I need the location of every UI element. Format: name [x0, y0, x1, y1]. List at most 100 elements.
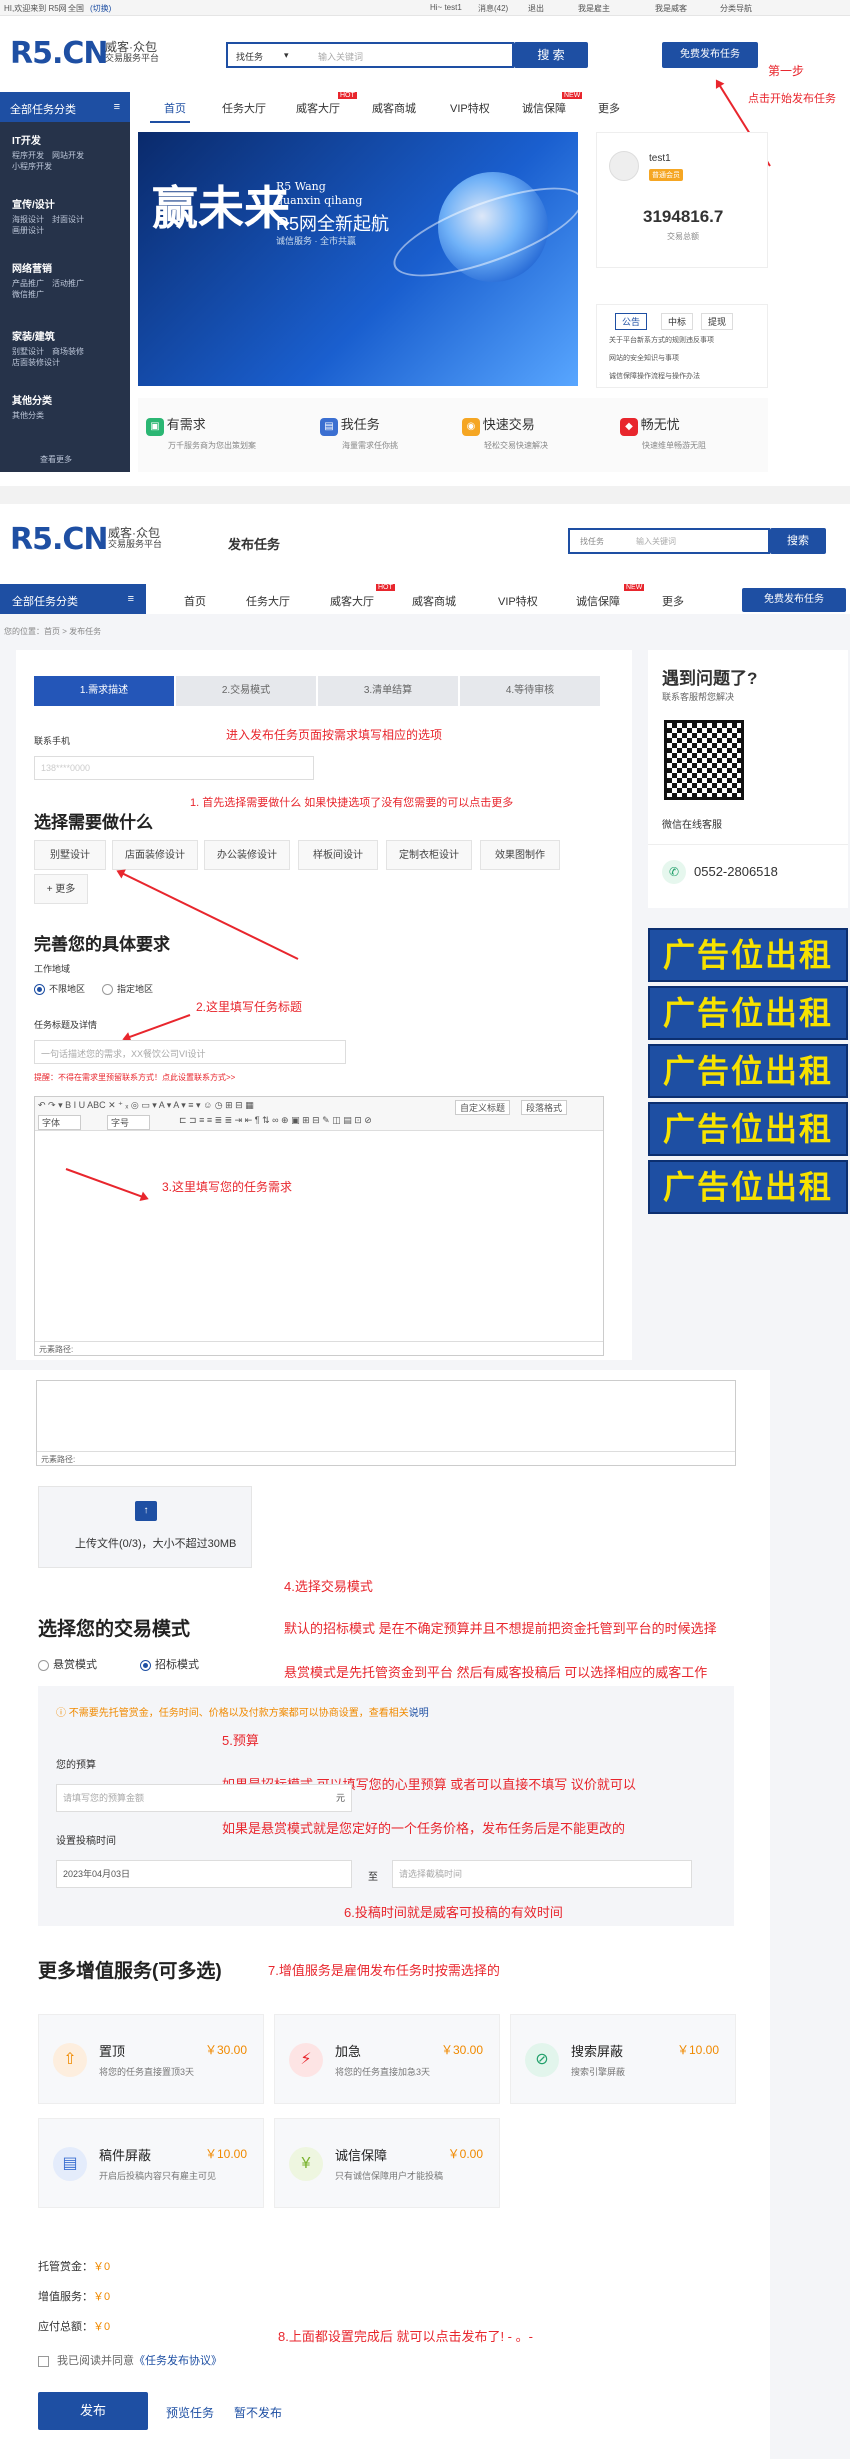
search-button[interactable]: 搜索 [770, 528, 826, 554]
notice-item[interactable]: 关于平台新系方式的规则违反事项 [609, 335, 714, 345]
ad-slot-2[interactable]: 广告位出租 [648, 986, 848, 1040]
nav-more[interactable]: 更多 [662, 593, 684, 609]
publish-button[interactable]: 发布 [38, 2392, 148, 2430]
search-scope-select[interactable]: 找任务 [236, 50, 263, 63]
nav-vip[interactable]: VIP特权 [450, 100, 490, 116]
paragraph-format-select[interactable]: 段落格式 [521, 1100, 568, 1115]
free-post-task-button[interactable]: 免费发布任务 [742, 588, 846, 612]
font-select[interactable]: 字体 [38, 1115, 82, 1130]
mode-title: 选择您的交易模式 [38, 1619, 191, 1640]
vas-search-block[interactable]: ⊘ 搜索屏蔽 ￥10.00 搜索引擎屏蔽 [510, 2014, 736, 2104]
nav-worker-hall[interactable]: 威客大厅 [330, 593, 374, 609]
site-logo[interactable]: R5.CN [10, 36, 108, 71]
switch-city-link[interactable]: (切换) [90, 3, 111, 14]
editor-path: 元素路径: [37, 1451, 735, 1465]
ad-slot-5[interactable]: 广告位出租 [648, 1160, 848, 1214]
site-nav-menu[interactable]: 分类导航 [720, 3, 752, 14]
nav-home[interactable]: 首页 [164, 100, 186, 116]
messages-link[interactable]: 消息(42) [478, 3, 508, 14]
file-upload[interactable]: ↑ 上传文件(0/3)，大小不超过30MB [38, 1486, 252, 1568]
mode-note-link[interactable]: 说明 [409, 1708, 429, 1719]
nav-task-hall[interactable]: 任务大厅 [222, 100, 266, 116]
help-phone[interactable]: 0552-2806518 [694, 864, 778, 879]
quick-trade[interactable]: ◉ 快速交易 轻松交易快速解决 [462, 414, 548, 451]
custom-title-select[interactable]: 自定义标题 [455, 1100, 511, 1115]
notice-item[interactable]: 诚信保障操作流程与操作办法 [609, 371, 700, 381]
chip-store[interactable]: 店面装修设计 [112, 840, 198, 870]
save-later-link[interactable]: 暂不发布 [234, 2404, 282, 2421]
nav-vip[interactable]: VIP特权 [498, 593, 538, 609]
chip-office[interactable]: 办公装修设计 [204, 840, 290, 870]
more-chips-button[interactable]: + 更多 [34, 874, 88, 904]
vas-draft-block[interactable]: ▤ 稿件屏蔽 ￥10.00 开启后投稿内容只有雇主可见 [38, 2118, 264, 2208]
phone-input[interactable]: 138****0000 [34, 756, 314, 780]
nav-more[interactable]: 更多 [598, 100, 620, 116]
toolbar-buttons-row2[interactable]: ⊏ ⊐ ≡ ≡ ≣ ≣ ⇥ ⇤ ¶ ⇅ ∞ ⊕ ▣ ⊞ ⊟ ✎ ◫ ▤ ⊡ ⊘ [179, 1115, 372, 1126]
mode-reward-radio[interactable]: 悬赏模式 [38, 1656, 97, 1672]
rich-text-editor-bottom[interactable]: 元素路径: [36, 1380, 736, 1466]
nav-worker-mall[interactable]: 威客商城 [412, 593, 456, 609]
annotation-4b: 默认的招标模式 是在不确定预算并且不想提前把资金托管到平台的时候选择 [284, 1621, 717, 1636]
hero-banner[interactable]: 赢未来 R5 Wang quanxin qihang R5网全新起航 诚信服务 … [138, 132, 578, 386]
category-header[interactable]: 全部任务分类 ≡ [0, 92, 130, 122]
profile-amount: 3194816.7 [643, 207, 724, 226]
ad-slot-3[interactable]: 广告位出租 [648, 1044, 848, 1098]
region-unlimited-radio[interactable]: 不限地区 [34, 982, 85, 996]
task-title-input[interactable]: 一句话描述您的需求，XX餐饮公司VI设计 [34, 1040, 346, 1064]
quick-worry-free[interactable]: ◆ 畅无忧 快速维单畅游无阻 [620, 414, 706, 451]
user-greeting[interactable]: Hi~ test1 [430, 3, 462, 12]
search-scope-select[interactable]: 找任务 [580, 536, 604, 547]
worry-free-icon: ◆ [620, 418, 638, 436]
region-specified-radio[interactable]: 指定地区 [102, 982, 153, 996]
vas-integrity[interactable]: ¥ 诚信保障 ￥0.00 只有诚信保障用户才能投稿 [274, 2118, 500, 2208]
end-date-input[interactable]: 请选择截稿时间 [392, 1860, 692, 1888]
free-post-task-button[interactable]: 免费发布任务 [662, 42, 758, 68]
search-input[interactable]: 输入关键词 [636, 536, 676, 547]
category-group-marketing[interactable]: 网络营销 产品推广 活动推广 微信推广 [12, 260, 84, 300]
category-group-it[interactable]: IT开发 程序开发 网站开发 小程序开发 [12, 132, 84, 172]
category-group-design[interactable]: 宣传/设计 海报设计 封面设计 画册设计 [12, 196, 84, 236]
ad-slot-4[interactable]: 广告位出租 [648, 1102, 848, 1156]
quick-my-task[interactable]: ▤ 我任务 海量需求任你挑 [320, 414, 398, 451]
chip-render[interactable]: 效果图制作 [480, 840, 560, 870]
tab-withdraw[interactable]: 提现 [701, 313, 734, 330]
employer-menu[interactable]: 我是雇主 [578, 3, 610, 14]
nav-home[interactable]: 首页 [184, 593, 206, 609]
size-select[interactable]: 字号 [107, 1115, 151, 1130]
worker-menu[interactable]: 我是威客 [655, 3, 687, 14]
mode-bid-radio[interactable]: 招标模式 [140, 1656, 199, 1672]
tab-winners[interactable]: 中标 [661, 313, 694, 330]
start-date-input[interactable]: 2023年04月03日 [56, 1860, 352, 1888]
toolbar-buttons[interactable]: ↶ ↷ ▾ B I U ABC ✕ ⁺ ₓ ◎ ▭ ▾ A ▾ A ▾ ≡ ▾ … [38, 1100, 254, 1110]
nav-worker-hall[interactable]: 威客大厅 [296, 100, 340, 116]
category-more-link[interactable]: 查看更多 [40, 454, 72, 465]
nav-task-hall[interactable]: 任务大厅 [246, 593, 290, 609]
preview-link[interactable]: 预览任务 [166, 2404, 214, 2421]
ad-slot-1[interactable]: 广告位出租 [648, 928, 848, 982]
nav-integrity[interactable]: 诚信保障 [576, 593, 620, 609]
vas-top[interactable]: ⇧ 置顶 ￥30.00 将您的任务直接置顶3天 [38, 2014, 264, 2104]
quick-need[interactable]: ▣ 有需求 万千服务商为您出策划案 [146, 414, 256, 451]
search-button[interactable]: 搜 索 [514, 42, 588, 68]
avatar[interactable] [609, 151, 639, 181]
category-group-other[interactable]: 其他分类 其他分类 [12, 392, 52, 421]
chip-showroom[interactable]: 样板间设计 [298, 840, 378, 870]
notice-item[interactable]: 网站的安全知识与事项 [609, 353, 679, 363]
nav-integrity[interactable]: 诚信保障 [522, 100, 566, 116]
category-group-building[interactable]: 家装/建筑 别墅设计 商场装修 店面装修设计 [12, 328, 84, 368]
logout-link[interactable]: 退出 [528, 3, 544, 14]
contact-warning[interactable]: 提醒：不得在需求里预留联系方式！点此设置联系方式>> [34, 1072, 235, 1083]
chip-wardrobe[interactable]: 定制衣柜设计 [386, 840, 472, 870]
category-header[interactable]: 全部任务分类 ≡ [0, 584, 146, 614]
vas-urgent[interactable]: ⚡ 加急 ￥30.00 将您的任务直接加急3天 [274, 2014, 500, 2104]
total-vas: 增值服务：￥0 [38, 2291, 111, 2303]
search-input[interactable]: 输入关键词 [318, 50, 363, 63]
tab-notice[interactable]: 公告 [615, 313, 648, 330]
agree-checkbox[interactable]: 我已阅读并同意《任务发布协议》 [38, 2352, 222, 2368]
chip-villa[interactable]: 别墅设计 [34, 840, 106, 870]
site-logo[interactable]: R5.CN [10, 522, 108, 557]
budget-input[interactable]: 请填写您的预算金额元 [56, 1784, 352, 1812]
nav-worker-mall[interactable]: 威客商城 [372, 100, 416, 116]
agreement-link[interactable]: 《任务发布协议》 [134, 2355, 222, 2367]
rich-text-editor[interactable]: ↶ ↷ ▾ B I U ABC ✕ ⁺ ₓ ◎ ▭ ▾ A ▾ A ▾ ≡ ▾ … [34, 1096, 604, 1356]
